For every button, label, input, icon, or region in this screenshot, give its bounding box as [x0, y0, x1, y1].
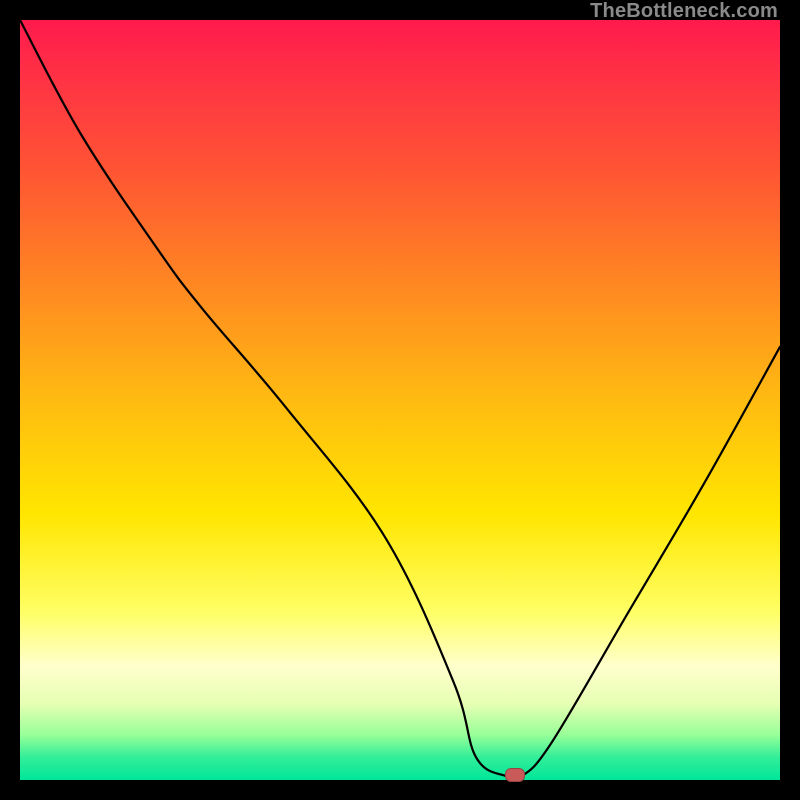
optimal-marker: [505, 768, 525, 782]
plot-area: [20, 20, 780, 780]
bottleneck-curve: [20, 20, 780, 780]
chart-container: TheBottleneck.com: [0, 0, 800, 800]
